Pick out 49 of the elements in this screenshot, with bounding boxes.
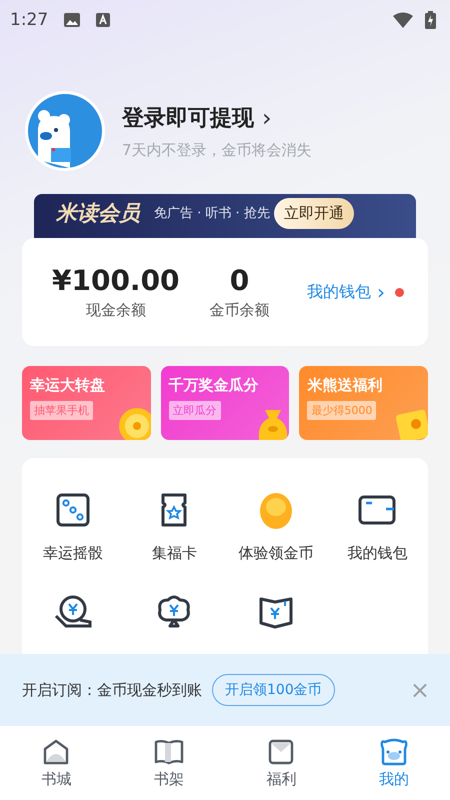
close-button[interactable]: × [406, 678, 434, 702]
promo-title: 幸运大转盘 [30, 376, 105, 395]
nav-tab[interactable]: 福利 [225, 726, 338, 800]
balance-amount: 0 [230, 264, 250, 297]
bear-face-icon [378, 738, 409, 766]
status-time: 1:27 [10, 10, 48, 30]
nav-tab[interactable]: 我的 [338, 726, 450, 800]
promo-tag: 抽苹果手机 [30, 401, 93, 420]
money-book-icon[interactable] [258, 595, 293, 629]
image-icon [64, 13, 80, 27]
house-icon [42, 738, 70, 766]
promo-tag: 最少得5000 [307, 401, 376, 420]
dice-icon[interactable] [56, 493, 90, 527]
balance-amount: ¥100.00 [52, 264, 180, 297]
login-hint: 7天内不登录，金币将会消失 [122, 140, 312, 160]
wheel-icon [116, 406, 151, 440]
balance-label: 金币余额 [210, 301, 270, 320]
wallet-link[interactable]: 我的钱包 [307, 282, 371, 302]
chevron-icon: › [377, 282, 385, 302]
balance-label: 现金余额 [86, 301, 146, 320]
chevron-icon: › [262, 106, 272, 130]
promo-card[interactable]: 米熊送福利 最少得5000 [299, 366, 428, 440]
book-icon [152, 738, 185, 766]
bear-avatar[interactable] [24, 90, 106, 172]
feature-label: 幸运摇骰 [42, 544, 103, 562]
feature-label: 集福卡 [152, 544, 197, 562]
membership-banner[interactable]: 米读会员 免广告 · 听书 · 抢先 立即开通 [34, 194, 416, 238]
activate-button[interactable]: 立即开通 [274, 198, 354, 228]
wallet-icon[interactable] [358, 495, 396, 525]
claim-coins-button[interactable]: 开启领100金币 [212, 674, 335, 706]
money-tree-icon[interactable] [156, 594, 192, 630]
login-prompt[interactable]: 登录即可提现 [122, 102, 254, 132]
promo-tag: 立即瓜分 [168, 401, 221, 420]
keyboard-a-icon [96, 13, 110, 27]
battery-charging-icon [425, 11, 436, 29]
nav-tab[interactable]: 书城 [0, 726, 112, 800]
promo-title: 米熊送福利 [307, 376, 382, 395]
coin-hand-icon[interactable] [54, 594, 92, 630]
feature-label: 我的钱包 [347, 544, 408, 562]
wifi-icon [393, 12, 413, 28]
promo-card[interactable]: 千万奖金瓜分 立即瓜分 [160, 366, 290, 440]
membership-title: 米读会员 [56, 200, 140, 227]
subscription-message: 开启订阅：金币现金秒到账 [22, 680, 202, 700]
promo-card[interactable]: 幸运大转盘 抽苹果手机 [22, 366, 151, 440]
membership-perks: 免广告 · 听书 · 抢先 [154, 205, 270, 222]
nav-tab[interactable]: 书架 [112, 726, 225, 800]
promo-title: 千万奖金瓜分 [168, 376, 259, 395]
feature-label: 体验领金币 [238, 544, 314, 562]
envelope-icon [267, 738, 296, 766]
